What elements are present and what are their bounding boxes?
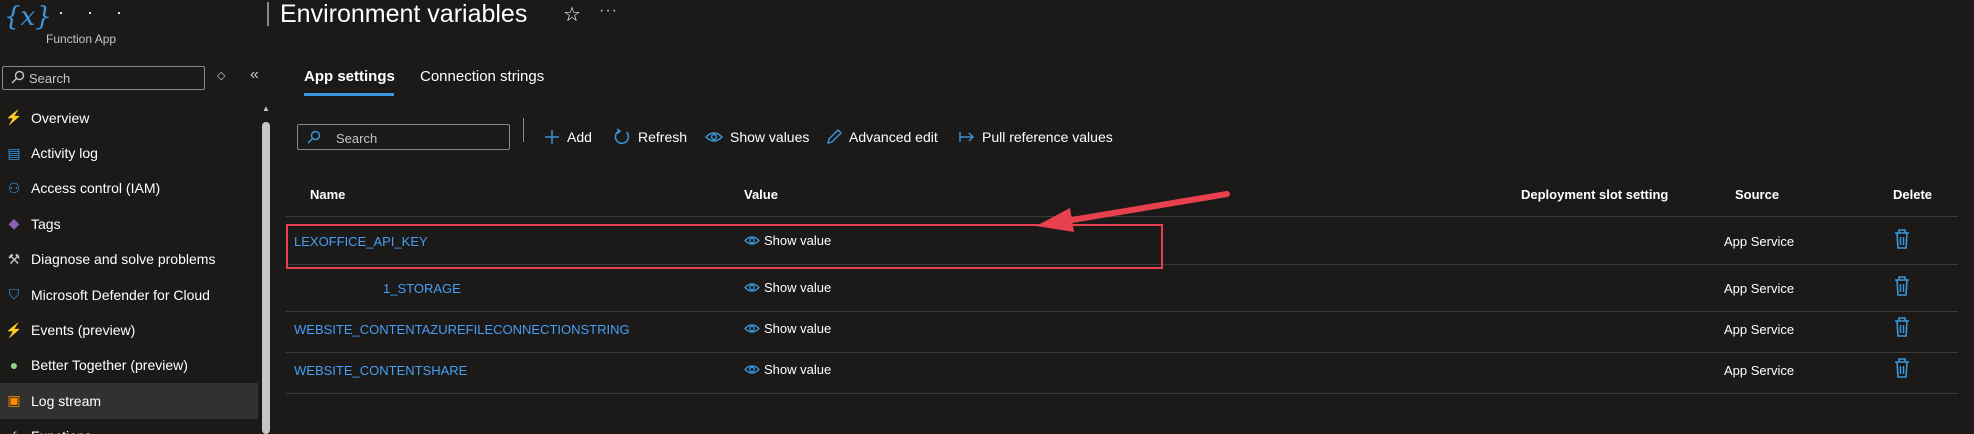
page-title: Environment variables — [280, 0, 528, 28]
refresh-button[interactable]: Refresh — [613, 126, 687, 148]
delete-icon[interactable] — [1892, 357, 1912, 379]
table-scrollbar[interactable] — [1958, 180, 1974, 434]
column-header-name[interactable]: Name — [310, 187, 345, 202]
sidebar-item-label: Log stream — [31, 392, 102, 409]
app-type-label: Function App — [46, 32, 117, 46]
shield-icon: ⛉ — [8, 286, 20, 303]
setting-name-link[interactable]: WEBSITE_CONTENTAZUREFILECONNECTIONSTRING — [294, 322, 630, 337]
tab-connection-strings[interactable]: Connection strings — [420, 68, 544, 85]
column-header-source[interactable]: Source — [1735, 187, 1779, 202]
source-value: App Service — [1724, 234, 1795, 249]
show-value-label: Show value — [764, 280, 832, 295]
people-icon: ⚇ — [7, 179, 21, 196]
source-value: App Service — [1724, 322, 1795, 337]
column-header-deployment-slot-setting[interactable]: Deployment slot setting — [1521, 187, 1668, 202]
delete-icon[interactable] — [1892, 228, 1912, 250]
show-values-label: Show values — [730, 129, 810, 145]
sidebar-item-log-stream[interactable]: ▣ Log stream — [0, 383, 258, 419]
sidebar-item-access-control-iam[interactable]: ⚇ Access control (IAM) — [0, 171, 258, 206]
settings-search-input[interactable] — [336, 129, 504, 147]
show-value-button[interactable]: Show value — [744, 321, 831, 336]
nav-search-box[interactable] — [2, 66, 205, 90]
sort-icon[interactable]: ◇ — [217, 69, 225, 82]
nav-menu: ⚡ Overview ▤ Activity log ⚇ Access control (I… — [0, 100, 258, 434]
tab-app-settings[interactable]: App settings — [304, 68, 395, 85]
refresh-icon — [613, 128, 631, 146]
app-name: · · · — [58, 2, 131, 22]
add-button[interactable]: Add — [544, 126, 592, 148]
show-values-button[interactable]: Show values — [705, 126, 809, 148]
delete-icon[interactable] — [1892, 275, 1912, 297]
advanced-edit-label: Advanced edit — [849, 129, 938, 145]
log-stream-icon: ▣ — [7, 392, 21, 409]
nav-search-input[interactable] — [29, 69, 199, 87]
setting-name-link[interactable]: 1_STORAGE — [383, 281, 461, 296]
pull-reference-values-button[interactable]: Pull reference values — [959, 126, 1113, 148]
sidebar-item-label: Tags — [31, 215, 61, 232]
show-value-label: Show value — [764, 321, 832, 336]
toolbar-divider — [523, 118, 524, 142]
sidebar-item-microsoft-defender-for-cloud[interactable]: ⛉ Microsoft Defender for Cloud — [0, 277, 258, 312]
sidebar-item-label: Diagnose and solve problems — [31, 251, 216, 268]
sidebar-item-label: Overview — [31, 109, 90, 126]
sidebar-item-better-together-preview[interactable]: ● Better Together (preview) — [0, 348, 258, 383]
wrench-icon: ⚒ — [7, 250, 21, 267]
sidebar-item-events-preview[interactable]: ⚡ Events (preview) — [0, 312, 258, 347]
plus-icon — [544, 129, 560, 145]
settings-search-box[interactable] — [297, 124, 510, 150]
pull-reference-values-label: Pull reference values — [982, 129, 1113, 145]
more-icon[interactable]: ··· — [599, 2, 618, 20]
column-header-value[interactable]: Value — [744, 187, 778, 202]
sidebar-item-functions[interactable]: ƒ Functions — [0, 419, 258, 434]
show-value-button[interactable]: Show value — [744, 280, 831, 295]
document-icon: ▤ — [7, 144, 21, 161]
column-header-delete: Delete — [1893, 187, 1933, 202]
refresh-label: Refresh — [638, 129, 688, 145]
show-value-label: Show value — [764, 362, 832, 377]
pencil-icon — [826, 129, 842, 145]
sidebar-item-overview[interactable]: ⚡ Overview — [0, 100, 258, 135]
source-value: App Service — [1724, 281, 1795, 296]
sidebar-item-diagnose-and-solve-problems[interactable]: ⚒ Diagnose and solve problems — [0, 242, 258, 277]
collapse-icon[interactable]: « — [250, 66, 259, 84]
star-icon[interactable]: ☆ — [563, 2, 581, 27]
sidebar-item-label: Activity log — [31, 145, 98, 162]
scroll-up-icon[interactable]: ▲ — [262, 104, 270, 113]
arrow-right-icon — [959, 130, 975, 144]
sidebar-item-label: Microsoft Defender for Cloud — [31, 286, 210, 303]
title-divider — [267, 2, 269, 26]
search-icon — [11, 70, 25, 84]
lightning-icon: ⚡ — [5, 109, 23, 126]
sidebar-item-label: Functions — [31, 428, 92, 434]
eye-icon — [705, 131, 723, 143]
search-icon — [307, 130, 321, 144]
tag-icon: ◆ — [8, 215, 20, 232]
source-value: App Service — [1724, 363, 1795, 378]
advanced-edit-button[interactable]: Advanced edit — [826, 126, 938, 148]
sidebar-item-label: Access control (IAM) — [31, 180, 161, 197]
arrow-annotation-icon — [1036, 191, 1230, 232]
delete-icon[interactable] — [1892, 316, 1912, 338]
functions-icon: ƒ — [5, 427, 23, 434]
sidebar-item-label: Better Together (preview) — [31, 357, 188, 374]
row-divider — [286, 393, 1974, 394]
active-tab-indicator — [304, 93, 394, 96]
eye-icon — [744, 364, 760, 375]
bolt-icon: ⚡ — [5, 321, 23, 338]
sidebar-item-activity-log[interactable]: ▤ Activity log — [0, 135, 258, 170]
nav-scrollbar[interactable]: ▲ — [258, 100, 274, 434]
scrollbar-thumb[interactable] — [262, 122, 270, 434]
lightbulb-icon: ● — [9, 357, 19, 374]
add-label: Add — [567, 129, 592, 145]
show-value-button[interactable]: Show value — [744, 362, 831, 377]
eye-icon — [744, 323, 760, 334]
setting-name-link[interactable]: WEBSITE_CONTENTSHARE — [294, 363, 467, 378]
eye-icon — [744, 282, 760, 293]
sidebar-item-label: Events (preview) — [31, 322, 136, 339]
table-row: WEBSITE_CONTENTSHARE Show value App Servic… — [286, 345, 1974, 396]
function-app-logo: {x} — [4, 2, 52, 32]
sidebar-item-tags[interactable]: ◆ Tags — [0, 206, 258, 241]
